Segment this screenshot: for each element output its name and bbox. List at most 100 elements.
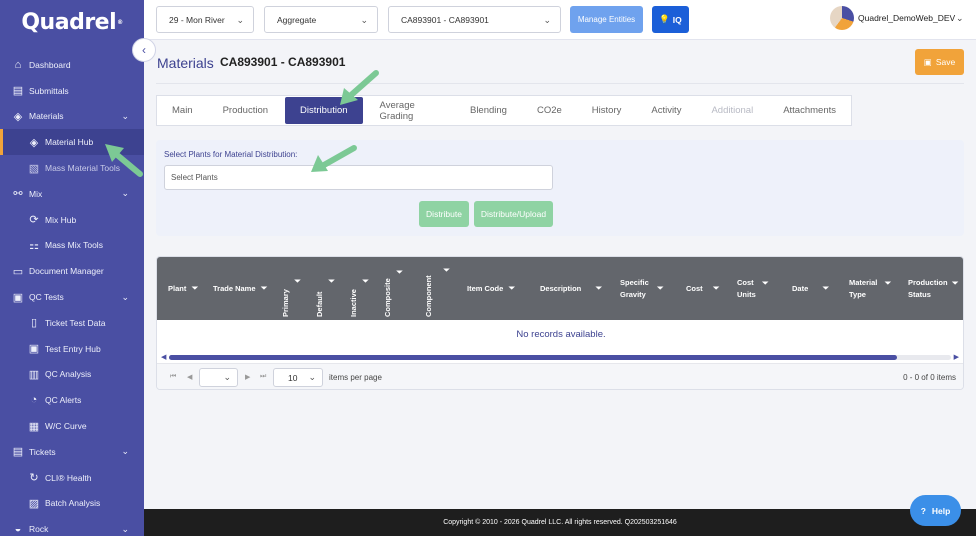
mix-hub-icon: ⟳ — [29, 214, 39, 227]
sidebar-item-test-entry-hub[interactable]: ▣ Test Entry Hub — [0, 336, 144, 362]
collapse-sidebar-button[interactable]: ‹ — [132, 38, 156, 62]
column-header-composite[interactable]: Composite ⏷ — [382, 265, 403, 317]
sidebar-item-mass-mix-tools[interactable]: ⚏ Mass Mix Tools — [0, 233, 144, 259]
sidebar-item-qc-tests[interactable]: ▣ QC Tests ⌄ — [0, 284, 144, 310]
column-header-description[interactable]: Description ⏷ — [540, 257, 602, 320]
sidebar-item-materials[interactable]: ◈ Materials ⌄ — [0, 104, 144, 130]
filter-icon[interactable]: ⏷ — [362, 276, 369, 287]
sidebar-item-dashboard[interactable]: ⌂ Dashboard — [0, 52, 144, 78]
material-type-value: Aggregate — [277, 14, 317, 25]
rock-icon: ◒ — [14, 523, 22, 536]
sidebar-item-submittals[interactable]: ▤ Submittals — [0, 78, 144, 104]
plant-select[interactable]: 29 - Mon River ⌄ — [156, 6, 254, 33]
sidebar-item-batch-analysis[interactable]: ▨ Batch Analysis — [0, 491, 144, 517]
distribute-upload-button[interactable]: Distribute/Upload — [474, 201, 553, 227]
bar-chart-icon: ▥ — [28, 368, 40, 381]
tab-activity[interactable]: Activity — [636, 96, 696, 125]
tab-blending[interactable]: Blending — [455, 96, 522, 125]
column-header-primary[interactable]: Primary ⏷ — [280, 265, 301, 317]
column-header-specific-gravity[interactable]: Specific Gravity ⏷ — [620, 257, 664, 320]
page-size-select[interactable]: 10 ⌄ — [273, 368, 323, 387]
scroll-left-icon[interactable]: ◀ — [161, 353, 166, 361]
sidebar-item-cli-health[interactable]: ↻ CLI® Health — [0, 465, 144, 491]
page-select[interactable]: ⌄ — [199, 368, 238, 387]
scroll-right-icon[interactable]: ▶ — [954, 353, 959, 361]
sidebar-item-document-manager[interactable]: ▭ Document Manager — [0, 258, 144, 284]
first-page-icon[interactable]: ⏮ — [170, 373, 176, 381]
save-button[interactable]: ▣ Save — [915, 49, 964, 75]
column-header-inactive[interactable]: Inactive ⏷ — [348, 265, 369, 317]
previous-page-icon[interactable]: ◀ — [187, 373, 192, 381]
filter-icon[interactable]: ⏷ — [328, 276, 335, 287]
material-type-select[interactable]: Aggregate ⌄ — [264, 6, 378, 33]
column-label: Trade Name — [213, 283, 256, 293]
sidebar-item-qc-analysis[interactable]: ▥ QC Analysis — [0, 362, 144, 388]
column-header-production-status[interactable]: Production Status ⏷ — [908, 257, 959, 320]
ticket-icon: ▤ — [12, 446, 24, 459]
material-tabs: Main Production Distribution Average Gra… — [156, 95, 852, 126]
tab-co2e[interactable]: CO2e — [522, 96, 577, 125]
sidebar-item-label: Tickets — [29, 446, 56, 457]
sidebar-item-qc-alerts[interactable]: ◔ QC Alerts — [0, 387, 144, 413]
filter-icon[interactable]: ⏷ — [396, 267, 403, 278]
sidebar-item-label: W/C Curve — [45, 421, 87, 432]
sidebar-item-wc-curve[interactable]: ▦ W/C Curve — [0, 413, 144, 439]
chevron-down-icon: ⌄ — [121, 523, 129, 534]
column-header-trade-name[interactable]: Trade Name ⏷ — [213, 257, 268, 320]
material-select[interactable]: CA893901 - CA893901 ⌄ — [388, 6, 561, 33]
column-label: Material Type — [849, 277, 877, 300]
refresh-icon: ↻ — [29, 472, 39, 485]
tab-history[interactable]: History — [577, 96, 637, 125]
column-label-line: Units — [737, 289, 756, 299]
filter-icon[interactable]: ⏷ — [261, 282, 268, 296]
sidebar-item-rock[interactable]: ◒ Rock ⌄ — [0, 516, 144, 536]
submittals-icon: ▤ — [12, 85, 24, 98]
column-header-default[interactable]: Default ⏷ — [314, 265, 335, 317]
column-header-plant[interactable]: Plant ⏷ — [168, 257, 199, 320]
tab-main[interactable]: Main — [157, 96, 208, 125]
filter-icon[interactable]: ⏷ — [191, 282, 198, 296]
sidebar-item-mix[interactable]: ⚯ Mix ⌄ — [0, 181, 144, 207]
sidebar-item-mix-hub[interactable]: ⟳ Mix Hub — [0, 207, 144, 233]
username[interactable]: Quadrel_DemoWeb_DEV — [858, 13, 955, 23]
column-label: Production Status — [908, 277, 948, 300]
chevron-down-icon: ⌄ — [121, 446, 129, 457]
sidebar-item-label: Document Manager — [29, 266, 104, 277]
horizontal-scrollbar[interactable]: ◀ ▶ — [161, 353, 959, 361]
help-button[interactable]: ? Help — [910, 495, 961, 526]
distribute-button[interactable]: Distribute — [419, 201, 469, 227]
filter-icon[interactable]: ⏷ — [294, 276, 301, 287]
last-page-icon[interactable]: ⏭ — [260, 373, 266, 381]
manage-entities-button[interactable]: Manage Entities — [570, 6, 643, 33]
tab-attachments[interactable]: Attachments — [768, 96, 851, 125]
filter-icon[interactable]: ⏷ — [508, 282, 515, 296]
scrollbar-thumb[interactable] — [169, 355, 897, 360]
column-header-date[interactable]: Date ⏷ — [792, 257, 829, 320]
filter-icon[interactable]: ⏷ — [952, 277, 959, 291]
sidebar-item-label: Mix Hub — [45, 214, 77, 225]
empty-message: No records available. — [516, 329, 606, 340]
iq-button[interactable]: 💡 IQ — [652, 6, 689, 33]
sidebar-item-ticket-test-data[interactable]: ▯ Ticket Test Data — [0, 310, 144, 336]
sidebar-item-tickets[interactable]: ▤ Tickets ⌄ — [0, 439, 144, 465]
filter-icon[interactable]: ⏷ — [762, 277, 769, 291]
filter-icon[interactable]: ⏷ — [713, 282, 720, 296]
avatar[interactable] — [830, 6, 854, 30]
column-header-material-type[interactable]: Material Type ⏷ — [849, 257, 892, 320]
column-header-component[interactable]: Component ⏷ — [423, 265, 450, 317]
column-label: Description — [540, 283, 582, 293]
filter-icon[interactable]: ⏷ — [595, 282, 602, 296]
sidebar-nav: ⌂ Dashboard ▤ Submittals ◈ Materials ⌄ ◈ Mate… — [0, 52, 144, 536]
filter-icon[interactable]: ⏷ — [657, 282, 664, 296]
filter-icon[interactable]: ⏷ — [443, 265, 450, 276]
next-page-icon[interactable]: ▶ — [245, 373, 250, 381]
filter-icon[interactable]: ⏷ — [884, 277, 891, 291]
sidebar-item-label: Mix — [29, 188, 43, 199]
quadrel-logo[interactable]: Quadrel ® — [0, 0, 144, 44]
column-header-item-code[interactable]: Item Code ⏷ — [467, 257, 515, 320]
column-header-cost[interactable]: Cost ⏷ — [686, 257, 720, 320]
filter-icon[interactable]: ⏷ — [822, 282, 829, 296]
column-header-cost-units[interactable]: Cost Units ⏷ — [737, 257, 769, 320]
tab-production[interactable]: Production — [208, 96, 283, 125]
chevron-down-icon[interactable]: ⌄ — [956, 13, 964, 24]
